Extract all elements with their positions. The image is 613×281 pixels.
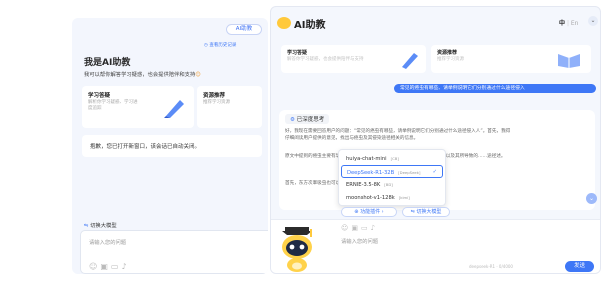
switch-model-button[interactable]: ⇋ 切换大模型 <box>402 207 450 217</box>
page-title: 我是AI助教 <box>84 58 131 68</box>
intro-text: 我可以帮你解答学习疑惑，也会提供陪伴和支持😊 <box>84 72 201 78</box>
lang-zh[interactable]: 中 <box>559 20 565 27</box>
chat-panel-right: AI助教 中 | En ⌄ 学习答疑 解答你学习疑惑，也会提供陪伴与支持 资源推… <box>270 6 601 274</box>
feature-card-study[interactable]: 学习答疑 解析你学习疑惑、学习进度追踪 <box>82 86 194 128</box>
answer-paragraph: 好，我现在需要回答用户的问题：“常见的癌虫有哪些，请举例说明它们分别通过什么途径… <box>285 129 511 142</box>
assistant-avatar <box>277 17 291 29</box>
message-input[interactable]: ☺▣▭♪ 请输入您的问题 deepseek-R1 · 0/4000 发送 <box>271 219 600 273</box>
card-title: 学习答疑 <box>88 93 111 99</box>
model-option[interactable]: huiya-chat-mini [CB] <box>341 152 443 165</box>
card-title: 学习答疑 <box>287 50 308 56</box>
feature-card-resource[interactable]: 资源推荐 推荐学习资源 <box>431 45 591 73</box>
file-icon[interactable]: ▭ <box>361 224 371 232</box>
card-title: 资源推荐 <box>203 93 226 99</box>
card-subtitle: 推荐学习资源 <box>437 57 464 62</box>
user-question-bubble: 常见的癌虫有哪些、请举例说明它们分别通过什么途径侵入 <box>394 84 596 93</box>
plugin-button[interactable]: ⊕ 功能插件 › <box>341 207 397 217</box>
mic-icon[interactable]: ♪ <box>371 224 378 232</box>
card-subtitle: 解答你学习疑惑，也会提供陪伴与支持 <box>287 57 364 62</box>
language-switch[interactable]: 中 | En <box>559 18 578 27</box>
smile-icon: 😊 <box>195 72 201 78</box>
message-input[interactable]: 请输入您的问题 ☺▣▭♪ <box>80 230 268 274</box>
ai-assistant-button[interactable]: AI助教 <box>226 24 262 35</box>
scroll-down-button[interactable]: ⌄ <box>586 193 597 204</box>
pencil-icon <box>402 53 418 69</box>
deep-thinking-label[interactable]: ⚙ 已深度思考 <box>285 114 330 124</box>
chat-panel-left: AI助教 ◷ 查看历史记录 我是AI助教 我可以帮你解答学习疑惑，也会提供陪伴和… <box>72 18 268 274</box>
model-option[interactable]: ERNIE-3.5-8K [BD] <box>341 178 443 191</box>
image-icon[interactable]: ▣ <box>100 262 111 271</box>
mic-icon[interactable]: ♪ <box>121 262 129 271</box>
lang-en[interactable]: En <box>571 20 579 27</box>
panel-title: AI助教 <box>294 20 326 31</box>
book-icon <box>558 54 580 68</box>
session-closed-notice: 抱歉，您已打开新窗口，该会话已自动关闭。 <box>82 135 262 157</box>
emoji-icon[interactable]: ☺ <box>89 262 100 271</box>
pencil-icon <box>164 100 184 118</box>
model-option[interactable]: moonshot-v1-128k [kimi] <box>341 191 443 204</box>
chevron-down-icon[interactable]: ⌄ <box>588 16 598 26</box>
file-icon[interactable]: ▭ <box>111 262 122 271</box>
card-subtitle: 解析你学习疑惑、学习进度追踪 <box>88 100 138 111</box>
model-dropdown: huiya-chat-mini [CB] DeepSeek-R1-32B [Deep… <box>338 149 446 206</box>
card-subtitle: 推荐学习资源 <box>203 100 230 105</box>
char-counter: deepseek-R1 · 0/4000 <box>469 264 513 269</box>
history-link[interactable]: ◷ 查看历史记录 <box>204 42 236 48</box>
send-button[interactable]: 发送 <box>565 261 594 272</box>
image-icon[interactable]: ▣ <box>351 224 361 232</box>
feature-card-study[interactable]: 学习答疑 解答你学习疑惑，也会提供陪伴与支持 <box>281 45 426 73</box>
switch-model-button[interactable]: ⇋ 切换大模型 <box>84 221 117 229</box>
robot-mascot <box>282 227 312 272</box>
emoji-icon[interactable]: ☺ <box>341 224 351 232</box>
card-title: 资源推荐 <box>437 50 458 56</box>
feature-card-resource[interactable]: 资源推荐 推荐学习资源 <box>197 86 262 128</box>
brain-icon: ⚙ <box>290 117 297 123</box>
model-option-selected[interactable]: DeepSeek-R1-32B [DeepSeek] ✓ <box>341 165 443 178</box>
